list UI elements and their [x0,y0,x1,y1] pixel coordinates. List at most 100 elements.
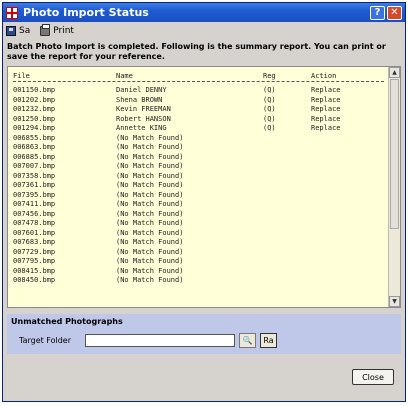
report-row: 007358.bmp (No Match Found) [13,172,388,182]
header-name: Name [116,72,133,80]
row-name: Robert HANSON [116,114,171,123]
report-header-row: File Name Reg Action [13,72,388,80]
row-action: Replace [311,86,341,94]
row-action: Replace [311,114,341,123]
summary-report[interactable]: File Name Reg Action 001150.bmp Daniel DE… [7,66,401,308]
row-name: (No Match Found) [116,238,184,246]
row-name: Shena BROWN [116,95,163,104]
row-file: 001202.bmp [13,95,56,104]
row-name: (No Match Found) [116,171,184,180]
print-button[interactable]: Print [40,24,74,36]
report-scrollbar[interactable]: ▲ ▼ [388,67,400,307]
unmatched-photographs-panel: Unmatched Photographs Target Folder 🔍 Ra [7,314,401,354]
row-file: 001294.bmp [13,124,56,132]
report-row: 007683.bmp (No Match Found) [13,238,388,248]
row-file: 007729.bmp [13,247,56,256]
report-row: 007411.bmp (No Match Found) [13,200,388,210]
target-folder-label: Target Folder [19,336,72,345]
row-file: 007683.bmp [13,238,56,246]
row-reg: (Q) [263,86,276,94]
row-file: 007395.bmp [13,190,56,199]
row-file: 001150.bmp [13,86,56,94]
row-name: (No Match Found) [116,219,184,227]
row-name: (No Match Found) [116,152,184,161]
header-reg: Reg [263,72,276,80]
row-file: 007361.bmp [13,181,56,189]
photo-import-status-window: Photo Import Status ? ✕ Sa Print Batch P… [2,2,406,402]
report-row: 007601.bmp (No Match Found) [13,229,388,239]
app-icon [6,6,18,19]
row-name: (No Match Found) [116,181,184,189]
row-name: (No Match Found) [116,257,184,265]
report-row: 007478.bmp (No Match Found) [13,219,388,229]
row-file: 006855.bmp [13,133,56,142]
row-reg: (Q) [263,114,276,123]
row-name: (No Match Found) [116,143,184,151]
row-file: 007007.bmp [13,162,56,170]
row-reg: (Q) [263,124,276,132]
row-name: (No Match Found) [116,228,184,237]
row-name: (No Match Found) [116,276,184,284]
save-button[interactable]: Sa [6,26,30,36]
print-label: Print [53,26,74,36]
row-name: (No Match Found) [116,200,184,208]
open-folder-button[interactable]: Ra [260,333,278,348]
row-file: 007601.bmp [13,228,56,237]
row-name: Annette KING [116,124,167,132]
row-file: 001232.bmp [13,105,56,113]
row-name: (No Match Found) [116,209,184,218]
row-file: 008415.bmp [13,266,56,275]
close-window-button[interactable]: ✕ [387,5,402,20]
report-row: 008450.bmp (No Match Found) [13,276,388,286]
target-folder-row: Target Folder 🔍 Ra [19,333,278,348]
row-name: Daniel DENNY [116,86,167,94]
row-file: 006863.bmp [13,143,56,151]
report-row: 001294.bmp Annette KING (Q) Replace [13,124,388,134]
row-file: 007795.bmp [13,257,56,265]
report-row: 006863.bmp (No Match Found) [13,143,388,153]
row-name: (No Match Found) [116,162,184,170]
row-file: 001250.bmp [13,114,56,123]
report-row: 008415.bmp (No Match Found) [13,267,388,277]
target-folder-input[interactable] [85,334,236,347]
scroll-thumb[interactable] [390,79,399,229]
open-folder-icon: Ra [263,336,274,345]
window-title: Photo Import Status [23,6,149,19]
row-file: 008450.bmp [13,276,56,284]
report-row: 001250.bmp Robert HANSON (Q) Replace [13,115,388,125]
row-action: Replace [311,95,341,104]
report-row: 001232.bmp Kevin FREEMAN (Q) Replace [13,105,388,115]
scroll-up-button[interactable]: ▲ [389,67,400,78]
row-name: (No Match Found) [116,247,184,256]
report-row: 007395.bmp (No Match Found) [13,191,388,201]
help-button[interactable]: ? [370,5,385,20]
row-file: 007411.bmp [13,200,56,208]
browse-folder-button[interactable]: 🔍 [239,333,257,348]
print-icon [40,24,51,36]
row-reg: (Q) [263,95,276,104]
toolbar: Sa Print [3,22,405,40]
row-action: Replace [311,105,341,113]
row-name: (No Match Found) [116,190,184,199]
browse-icon: 🔍 [242,336,253,345]
scroll-down-button[interactable]: ▼ [389,296,400,307]
report-row: 001150.bmp Daniel DENNY (Q) Replace [13,86,388,96]
row-file: 007358.bmp [13,171,56,180]
row-file: 006885.bmp [13,152,56,161]
row-name: (No Match Found) [116,266,184,275]
report-row: 007361.bmp (No Match Found) [13,181,388,191]
completion-message: Batch Photo Import is completed. Followi… [7,42,386,61]
report-row: 001202.bmp Shena BROWN (Q) Replace [13,96,388,106]
row-file: 007456.bmp [13,209,56,218]
unmatched-title: Unmatched Photographs [11,317,123,326]
title-bar[interactable]: Photo Import Status ? ✕ [3,3,405,22]
row-reg: (Q) [263,105,276,113]
row-action: Replace [311,124,341,132]
row-file: 007478.bmp [13,219,56,227]
report-row: 007456.bmp (No Match Found) [13,210,388,220]
report-content: File Name Reg Action 001150.bmp Daniel DE… [8,67,388,307]
save-icon [6,26,16,36]
close-button[interactable]: Close [352,369,394,385]
report-row: 006855.bmp (No Match Found) [13,134,388,144]
save-label: Sa [19,26,31,36]
